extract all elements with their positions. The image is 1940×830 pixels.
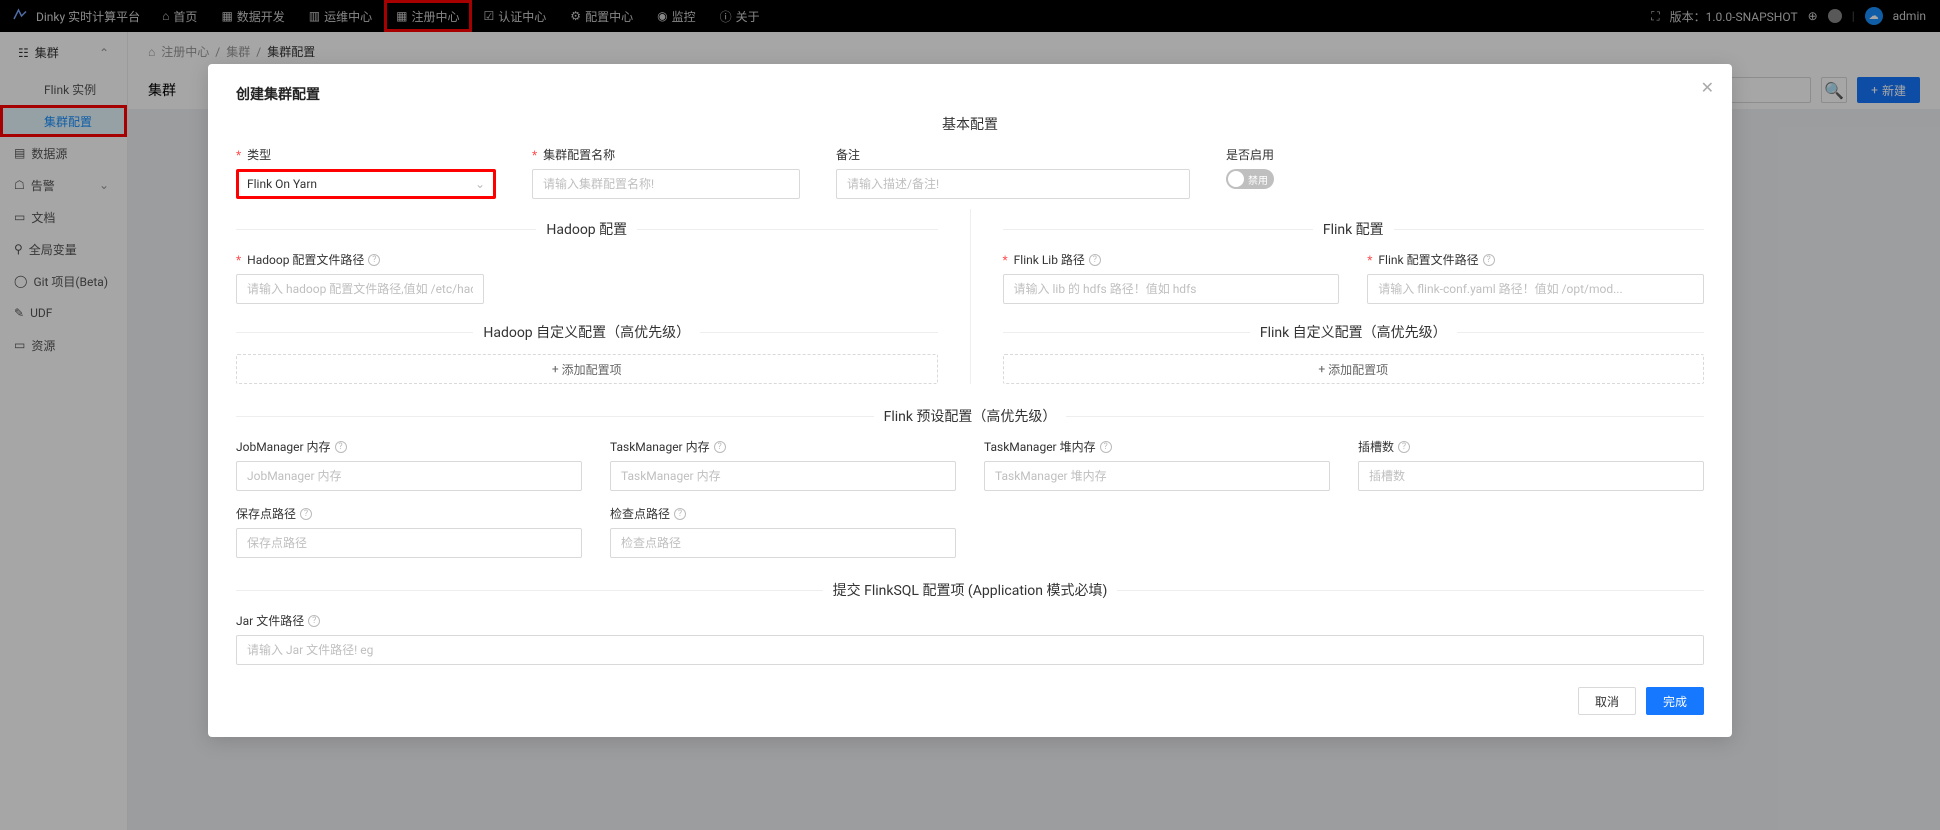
input-slots[interactable] [1358, 461, 1704, 491]
cancel-button[interactable]: 取消 [1578, 687, 1636, 715]
input-jar[interactable] [236, 635, 1704, 665]
vertical-divider [970, 209, 971, 384]
section-submit: 提交 FlinkSQL 配置项 (Application 模式必填) [236, 580, 1704, 600]
close-icon: ✕ [1701, 78, 1714, 97]
input-flink-conf[interactable] [1367, 274, 1704, 304]
label-remark: 备注 [836, 146, 1190, 163]
chevron-down-icon: ⌄ [475, 177, 485, 191]
input-tm-heap[interactable] [984, 461, 1330, 491]
input-flink-lib[interactable] [1003, 274, 1340, 304]
help-icon[interactable]: ? [1089, 254, 1101, 266]
switch-enabled[interactable]: 禁用 [1226, 169, 1274, 189]
label-flink-lib: Flink Lib 路径? [1003, 251, 1340, 268]
plus-icon: + [1318, 362, 1325, 376]
label-tm-mem: TaskManager 内存? [610, 438, 956, 455]
section-hadoop-custom: Hadoop 自定义配置（高优先级） [236, 322, 938, 342]
modal: ✕ 创建集群配置 基本配置 类型 Flink On Yarn ⌄ 集群配置名称 … [208, 64, 1732, 737]
help-icon[interactable]: ? [308, 615, 320, 627]
plus-icon: + [552, 362, 559, 376]
input-hadoop-conf[interactable] [236, 274, 484, 304]
help-icon[interactable]: ? [300, 508, 312, 520]
close-button[interactable]: ✕ [1701, 78, 1714, 97]
help-icon[interactable]: ? [714, 441, 726, 453]
label-name: 集群配置名称 [532, 146, 800, 163]
section-hadoop: Hadoop 配置 [236, 219, 938, 239]
label-type: 类型 [236, 146, 496, 163]
section-flink: Flink 配置 [1003, 219, 1705, 239]
section-flink-preset: Flink 预设配置（高优先级） [236, 406, 1704, 426]
help-icon[interactable]: ? [335, 441, 347, 453]
input-jm-mem[interactable] [236, 461, 582, 491]
switch-knob [1228, 171, 1244, 187]
input-tm-mem[interactable] [610, 461, 956, 491]
help-icon[interactable]: ? [674, 508, 686, 520]
label-savepoint: 保存点路径? [236, 505, 582, 522]
label-slots: 插槽数? [1358, 438, 1704, 455]
add-flink-config[interactable]: + 添加配置项 [1003, 354, 1705, 384]
modal-title: 创建集群配置 [236, 84, 1704, 104]
label-checkpoint: 检查点路径? [610, 505, 956, 522]
label-hadoop-conf: Hadoop 配置文件路径? [236, 251, 938, 268]
help-icon[interactable]: ? [368, 254, 380, 266]
add-hadoop-config[interactable]: + 添加配置项 [236, 354, 938, 384]
select-type[interactable]: Flink On Yarn ⌄ [236, 169, 496, 199]
input-savepoint[interactable] [236, 528, 582, 558]
section-flink-custom: Flink 自定义配置（高优先级） [1003, 322, 1705, 342]
help-icon[interactable]: ? [1398, 441, 1410, 453]
input-name[interactable] [532, 169, 800, 199]
help-icon[interactable]: ? [1483, 254, 1495, 266]
label-tm-heap: TaskManager 堆内存? [984, 438, 1330, 455]
label-flink-conf: Flink 配置文件路径? [1367, 251, 1704, 268]
section-basic: 基本配置 [236, 114, 1704, 134]
modal-footer: 取消 完成 [236, 687, 1704, 715]
input-remark[interactable] [836, 169, 1190, 199]
input-checkpoint[interactable] [610, 528, 956, 558]
label-enabled: 是否启用 [1226, 146, 1704, 163]
help-icon[interactable]: ? [1100, 441, 1112, 453]
modal-overlay: ✕ 创建集群配置 基本配置 类型 Flink On Yarn ⌄ 集群配置名称 … [0, 0, 1940, 830]
label-jm-mem: JobManager 内存? [236, 438, 582, 455]
ok-button[interactable]: 完成 [1646, 687, 1704, 715]
label-jar: Jar 文件路径? [236, 612, 1704, 629]
